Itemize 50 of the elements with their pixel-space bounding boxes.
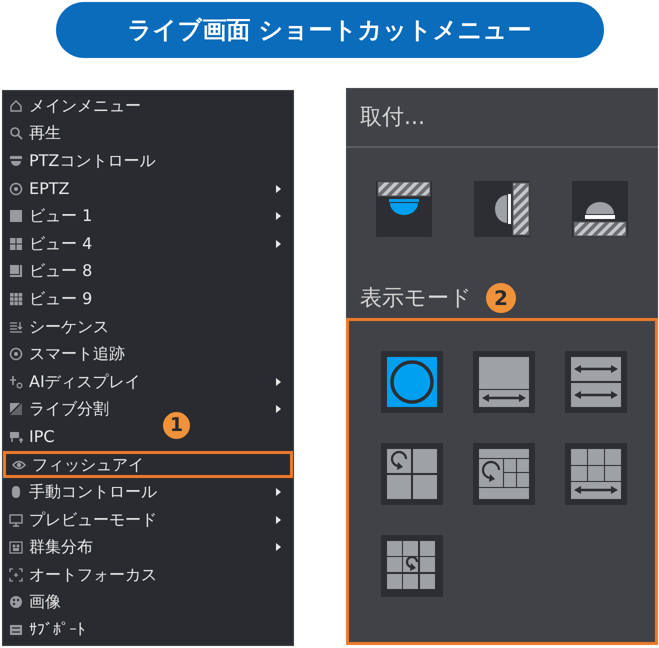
menu-item[interactable]: プレビューモード [29, 508, 157, 532]
display-mode-tile[interactable] [381, 535, 443, 597]
panel-header: 取付... [360, 104, 425, 132]
menu-item[interactable]: EPTZ [29, 176, 70, 201]
sequence-icon [9, 320, 23, 334]
tracking-icon [9, 347, 23, 362]
view1-icon [9, 209, 23, 224]
display-mode-tile[interactable] [473, 351, 535, 413]
mount-option-tile[interactable] [572, 181, 628, 237]
mouse-icon [9, 485, 23, 500]
mount-option-tile[interactable] [474, 181, 530, 237]
menu-item[interactable]: 手動コントロール [29, 480, 157, 504]
view9-icon [9, 292, 23, 306]
menu-item[interactable]: ビュー 8 [29, 259, 92, 284]
dome-icon [9, 154, 23, 168]
menu-item[interactable]: シーケンス [29, 314, 109, 339]
menu-item[interactable]: ビュー 9 [29, 286, 92, 311]
menu-item[interactable]: 再生 [29, 121, 61, 146]
title-banner: ライブ画面 ショートカットメニュー [56, 2, 604, 58]
view8-icon [9, 264, 23, 278]
menu-item[interactable]: ビュー 4 [29, 232, 92, 256]
search-icon [9, 126, 23, 140]
menu-item[interactable]: ｻﾌﾞﾎﾟｰﾄ [29, 618, 85, 642]
callout-badge: 2 [486, 283, 516, 313]
display-mode-tile[interactable] [473, 443, 535, 505]
menu-item[interactable]: 画像 [29, 590, 61, 614]
view4-icon [9, 236, 23, 251]
monitor-icon [9, 512, 23, 527]
menu-item[interactable]: 群集分布 [29, 535, 93, 560]
display-mode-tile[interactable] [565, 351, 627, 413]
section-title: 表示モード [360, 284, 472, 312]
target-icon [9, 182, 23, 196]
display-mode-tile[interactable] [381, 443, 443, 505]
mount-option-tile[interactable] [376, 181, 432, 237]
callout-badge: 1 [163, 412, 190, 439]
menu-item[interactable]: PTZコントロール [29, 148, 156, 173]
menu-item[interactable]: スマート追跡 [29, 342, 125, 366]
display-mode-tile[interactable] [565, 443, 627, 505]
menu-item[interactable]: メインメニュー [29, 94, 141, 118]
menu-item[interactable]: IPC [29, 424, 55, 449]
split-icon [9, 402, 23, 416]
menu-item[interactable]: ライブ分割 [29, 397, 109, 422]
palette-icon [9, 595, 23, 610]
menu-item[interactable]: AIディスプレイ [29, 370, 141, 394]
menu-item[interactable]: フィッシュアイ [32, 452, 144, 477]
home-icon [9, 98, 23, 113]
display-mode-tile[interactable] [381, 351, 443, 413]
focus-icon [9, 568, 23, 582]
menu-item[interactable]: ビュー 1 [29, 204, 92, 228]
menu-item[interactable]: オートフォーカス [29, 562, 157, 587]
